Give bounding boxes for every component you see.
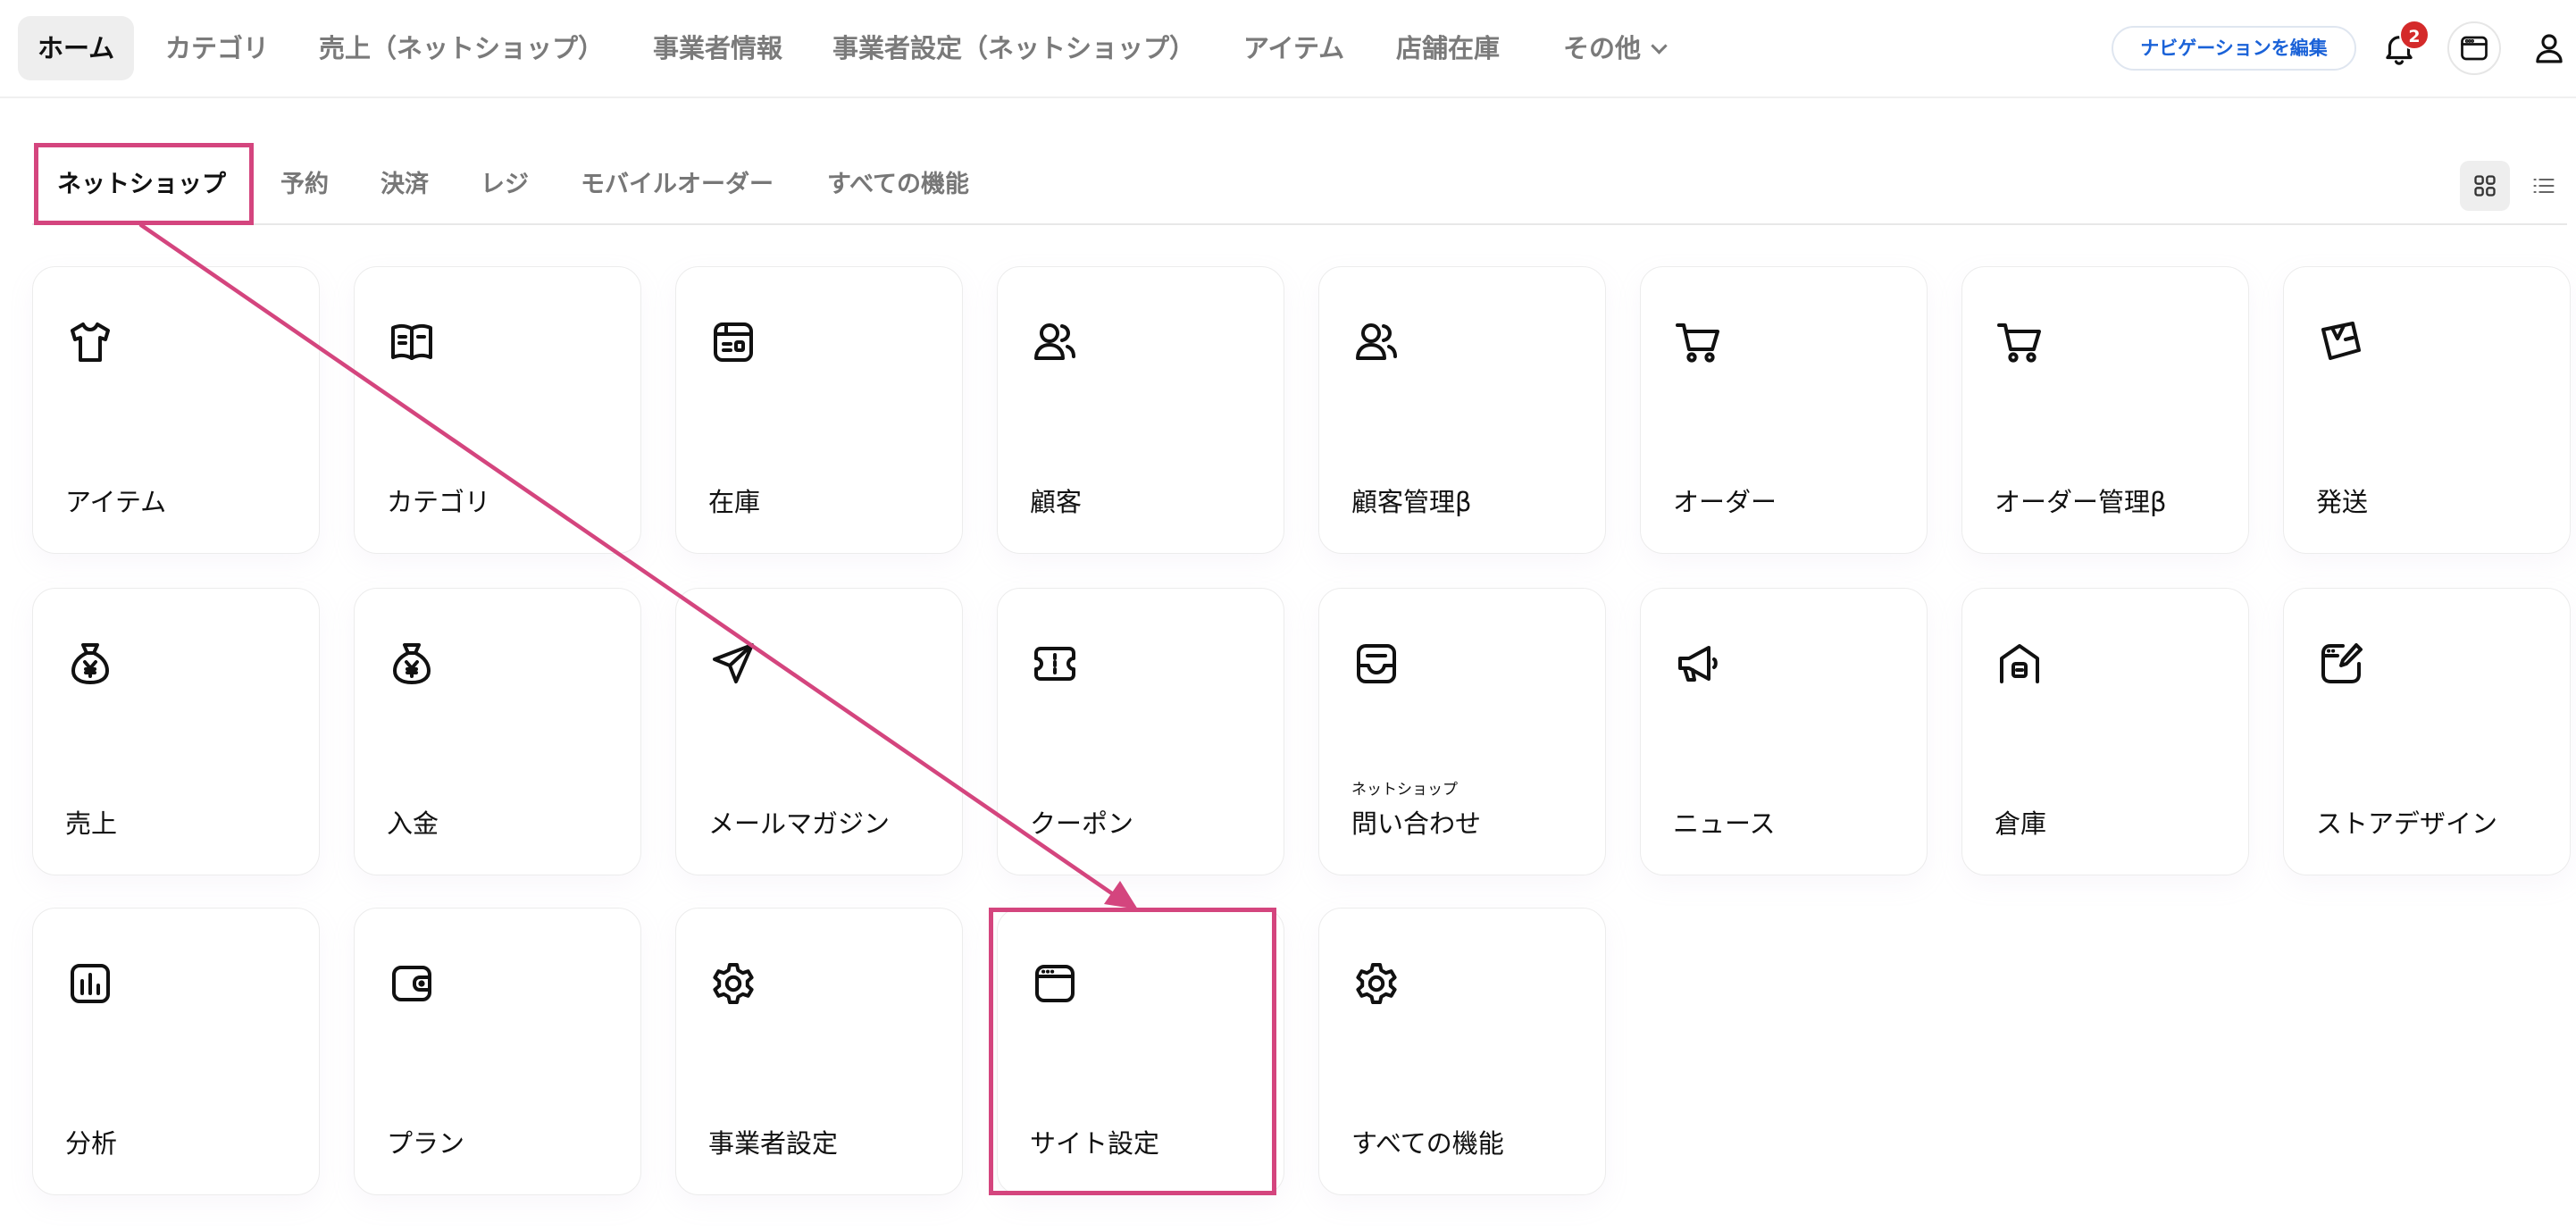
tile-label: 売上: [65, 808, 118, 839]
tile-label: サイト設定: [1030, 1128, 1160, 1159]
chart-icon: [65, 959, 115, 1009]
user-icon: [2536, 34, 2563, 63]
tile-customer-management[interactable]: 顧客管理β: [1318, 266, 1606, 554]
nav-item-more-label: その他: [1563, 33, 1642, 63]
inventory-icon: [708, 317, 758, 367]
tile-news[interactable]: ニュース: [1640, 588, 1928, 875]
tile-label: オーダー: [1673, 487, 1777, 517]
customers-icon: [1030, 317, 1080, 367]
notification-badge: 2: [2399, 20, 2430, 50]
tile-label: 倉庫: [1995, 808, 2047, 839]
nav-item-store-inventory[interactable]: 店舗在庫: [1396, 16, 1500, 80]
nav-item-home[interactable]: ホーム: [18, 16, 135, 80]
tile-customers[interactable]: 顧客: [997, 266, 1284, 554]
tshirt-icon: [65, 317, 115, 367]
tile-label: ニュース: [1673, 808, 1776, 839]
tab-mobile-order[interactable]: モバイルオーダー: [581, 147, 774, 223]
tile-store-design[interactable]: ストアデザイン: [2283, 588, 2571, 875]
wallet-icon: [387, 959, 437, 1009]
tile-mail-magazine[interactable]: メールマガジン: [675, 588, 963, 875]
tile-items[interactable]: アイテム: [32, 266, 320, 554]
nav-item-category[interactable]: カテゴリ: [165, 16, 269, 80]
nav-item-sales-netshop[interactable]: 売上（ネットショップ）: [319, 16, 604, 80]
top-navigation: ホーム カテゴリ 売上（ネットショップ） 事業者情報 事業者設定（ネットショップ…: [0, 0, 2576, 98]
tile-label: 問い合わせ: [1351, 808, 1482, 839]
tile-label: アイテム: [65, 487, 167, 517]
tile-label: 在庫: [708, 487, 761, 517]
tab-payment[interactable]: 決済: [381, 147, 429, 223]
tile-order-management[interactable]: オーダー管理β: [1961, 266, 2249, 554]
gear-icon: [708, 959, 758, 1009]
tile-label: 事業者設定: [708, 1128, 839, 1159]
tile-label: 顧客管理β: [1351, 487, 1472, 517]
list-view-icon: [2533, 178, 2555, 194]
inbox-icon: [1351, 639, 1401, 689]
tile-warehouse[interactable]: 倉庫: [1961, 588, 2249, 875]
tile-inventory[interactable]: 在庫: [675, 266, 963, 554]
tab-all-features[interactable]: すべての機能: [827, 147, 969, 223]
grid-view-icon: [2474, 175, 2496, 197]
tab-reservation[interactable]: 予約: [280, 147, 329, 223]
tile-category[interactable]: カテゴリ: [354, 266, 641, 554]
account-button[interactable]: [2522, 21, 2576, 75]
chevron-down-icon: [1651, 38, 1668, 54]
customers-icon: [1351, 317, 1401, 367]
tile-label: 顧客: [1030, 487, 1083, 517]
megaphone-icon: [1673, 639, 1723, 689]
tile-sales[interactable]: 売上: [32, 588, 320, 875]
tile-orders[interactable]: オーダー: [1640, 266, 1928, 554]
tile-site-settings[interactable]: サイト設定: [997, 908, 1284, 1195]
nav-item-business-info[interactable]: 事業者情報: [653, 16, 782, 80]
money-bag-icon: [65, 639, 115, 689]
warehouse-icon: [1995, 639, 2045, 689]
tile-label: ストアデザイン: [2316, 808, 2498, 839]
package-icon: [2316, 317, 2366, 367]
tile-label: クーポン: [1030, 808, 1134, 839]
tile-business-settings[interactable]: 事業者設定: [675, 908, 963, 1195]
site-preview-button[interactable]: [2447, 21, 2501, 75]
ticket-icon: [1030, 639, 1080, 689]
book-icon: [387, 317, 437, 367]
design-edit-icon: [2316, 639, 2366, 689]
cart-icon: [1673, 317, 1723, 367]
tile-label: カテゴリ: [387, 487, 491, 517]
tile-label: 入金: [387, 808, 439, 839]
tile-plan[interactable]: プラン: [354, 908, 641, 1195]
tile-analytics[interactable]: 分析: [32, 908, 320, 1195]
cart-icon: [1995, 317, 2045, 367]
tile-deposits[interactable]: 入金: [354, 588, 641, 875]
tile-coupons[interactable]: クーポン: [997, 588, 1284, 875]
nav-item-business-settings[interactable]: 事業者設定（ネットショップ）: [832, 16, 1195, 80]
tile-all-features[interactable]: すべての機能: [1318, 908, 1606, 1195]
site-window-icon: [2461, 36, 2488, 61]
money-bag-icon: [387, 639, 437, 689]
tab-register[interactable]: レジ: [481, 147, 529, 223]
tile-shipping[interactable]: 発送: [2283, 266, 2571, 554]
tile-label: メールマガジン: [708, 808, 891, 839]
edit-navigation-button[interactable]: ナビゲーションを編集: [2112, 26, 2356, 71]
tile-inquiries[interactable]: ネットショップ 問い合わせ: [1318, 588, 1606, 875]
tile-label: 発送: [2316, 487, 2369, 517]
browser-window-icon: [1030, 959, 1080, 1009]
tile-label: オーダー管理β: [1995, 487, 2167, 517]
notifications-button[interactable]: 2: [2372, 20, 2430, 75]
gear-icon: [1351, 959, 1401, 1009]
grid-view-toggle[interactable]: [2460, 161, 2510, 211]
nav-item-more[interactable]: その他: [1563, 16, 1668, 80]
tab-netshop[interactable]: ネットショップ: [57, 147, 226, 223]
tile-label: 分析: [65, 1128, 118, 1159]
tile-sublabel: ネットショップ: [1351, 781, 1458, 799]
nav-item-items[interactable]: アイテム: [1243, 16, 1344, 80]
paper-plane-icon: [708, 639, 758, 689]
feature-tabs: ネットショップ 予約 決済 レジ モバイルオーダー すべての機能: [32, 147, 2567, 225]
list-view-toggle[interactable]: [2519, 161, 2569, 211]
tile-label: すべての機能: [1351, 1128, 1504, 1159]
tile-label: プラン: [387, 1128, 465, 1159]
